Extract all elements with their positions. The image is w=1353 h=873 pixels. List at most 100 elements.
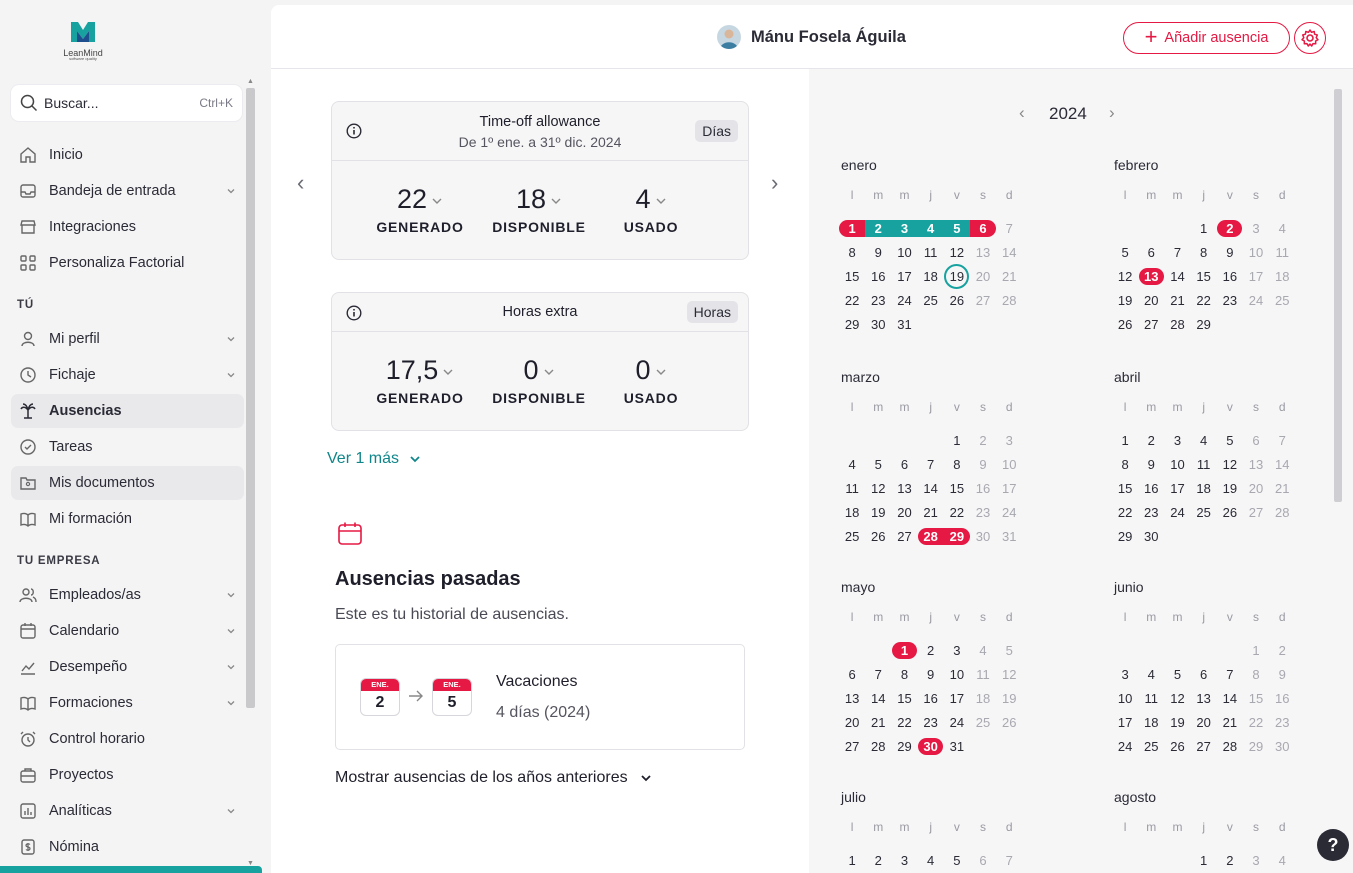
calendar-day[interactable]: 15 xyxy=(891,686,917,710)
calendar-day[interactable]: 3 xyxy=(1243,848,1269,872)
sidebar-item-fichaje[interactable]: Fichaje xyxy=(11,358,244,392)
calendar-day[interactable]: 21 xyxy=(1217,710,1243,734)
calendar-day[interactable]: 4 xyxy=(1138,662,1164,686)
stat-usado[interactable]: 4 USADO xyxy=(596,184,706,235)
calendar-day[interactable]: 2 xyxy=(1217,216,1243,240)
calendar-day[interactable]: 27 xyxy=(1138,312,1164,336)
calendar-day[interactable]: 6 xyxy=(891,452,917,476)
calendar-day[interactable]: 5 xyxy=(1112,240,1138,264)
calendar-day[interactable]: 18 xyxy=(839,500,865,524)
calendar-day[interactable]: 15 xyxy=(1243,686,1269,710)
calendar-day[interactable]: 22 xyxy=(891,710,917,734)
calendar-day[interactable]: 26 xyxy=(996,710,1022,734)
calendar-day[interactable]: 30 xyxy=(1138,524,1164,548)
calendar-scrollbar[interactable] xyxy=(1334,89,1342,502)
sidebar-item-mi-formacion[interactable]: Mi formación xyxy=(11,502,244,536)
calendar-day[interactable]: 19 xyxy=(1164,710,1190,734)
calendar-day[interactable]: 4 xyxy=(839,452,865,476)
calendar-day[interactable]: 7 xyxy=(1164,240,1190,264)
calendar-day[interactable]: 22 xyxy=(1112,500,1138,524)
calendar-day[interactable]: 12 xyxy=(944,240,970,264)
calendar-day[interactable]: 18 xyxy=(1269,264,1295,288)
carousel-prev-button[interactable]: ‹ xyxy=(297,170,304,196)
calendar-day[interactable]: 24 xyxy=(1112,734,1138,758)
calendar-day[interactable]: 6 xyxy=(970,848,996,872)
calendar-day[interactable]: 4 xyxy=(918,848,944,872)
calendar-day[interactable]: 1 xyxy=(1191,848,1217,872)
calendar-day[interactable]: 20 xyxy=(891,500,917,524)
calendar-day[interactable]: 2 xyxy=(1269,638,1295,662)
calendar-day[interactable]: 10 xyxy=(1112,686,1138,710)
calendar-day[interactable]: 17 xyxy=(1112,710,1138,734)
calendar-day[interactable]: 20 xyxy=(1243,476,1269,500)
calendar-day[interactable]: 2 xyxy=(1138,428,1164,452)
settings-button[interactable] xyxy=(1294,22,1326,54)
calendar-day[interactable]: 11 xyxy=(1138,686,1164,710)
calendar-day[interactable]: 14 xyxy=(1217,686,1243,710)
calendar-day[interactable]: 17 xyxy=(1164,476,1190,500)
calendar-day[interactable]: 30 xyxy=(970,524,996,548)
sidebar-item-inicio[interactable]: Inicio xyxy=(11,138,244,172)
carousel-next-button[interactable]: › xyxy=(771,170,778,196)
sidebar-item-tareas[interactable]: Tareas xyxy=(11,430,244,464)
calendar-day[interactable]: 26 xyxy=(865,524,891,548)
stat-generado[interactable]: 17,5 GENERADO xyxy=(365,355,475,406)
calendar-day[interactable]: 10 xyxy=(944,662,970,686)
calendar-day[interactable]: 6 xyxy=(969,216,997,240)
calendar-day[interactable]: 15 xyxy=(839,264,865,288)
calendar-day[interactable]: 13 xyxy=(891,476,917,500)
calendar-day[interactable]: 13 xyxy=(1138,264,1164,288)
calendar-day[interactable]: 8 xyxy=(1112,452,1138,476)
calendar-day[interactable]: 24 xyxy=(891,288,917,312)
calendar-day[interactable]: 10 xyxy=(996,452,1022,476)
sidebar-item-desempeno[interactable]: Desempeño xyxy=(11,650,244,684)
calendar-day[interactable]: 13 xyxy=(839,686,865,710)
calendar-day[interactable]: 13 xyxy=(1243,452,1269,476)
sidebar-item-mi-perfil[interactable]: Mi perfil xyxy=(11,322,244,356)
calendar-day[interactable]: 7 xyxy=(918,452,944,476)
calendar-day[interactable]: 31 xyxy=(944,734,970,758)
calendar-day[interactable]: 14 xyxy=(918,476,944,500)
show-previous-years-button[interactable]: Mostrar ausencias de los años anteriores xyxy=(335,769,652,787)
calendar-day[interactable]: 16 xyxy=(1217,264,1243,288)
calendar-day[interactable]: 4 xyxy=(970,638,996,662)
calendar-day[interactable]: 15 xyxy=(1112,476,1138,500)
calendar-day[interactable]: 21 xyxy=(996,264,1022,288)
calendar-day[interactable]: 10 xyxy=(1164,452,1190,476)
calendar-day[interactable]: 9 xyxy=(970,452,996,476)
calendar-day[interactable]: 17 xyxy=(1243,264,1269,288)
calendar-day[interactable]: 4 xyxy=(1269,848,1295,872)
calendar-day[interactable]: 4 xyxy=(1269,216,1295,240)
calendar-day[interactable]: 1 xyxy=(1243,638,1269,662)
calendar-day[interactable]: 23 xyxy=(865,288,891,312)
calendar-day[interactable]: 21 xyxy=(1164,288,1190,312)
sidebar-item-calendario[interactable]: Calendario xyxy=(11,614,244,648)
calendar-day[interactable]: 14 xyxy=(1164,264,1190,288)
sidebar-item-bandeja[interactable]: Bandeja de entrada xyxy=(11,174,244,208)
calendar-day[interactable]: 5 xyxy=(1164,662,1190,686)
calendar-day[interactable]: 28 xyxy=(865,734,891,758)
calendar-day[interactable]: 23 xyxy=(918,710,944,734)
calendar-day[interactable]: 24 xyxy=(1243,288,1269,312)
calendar-day[interactable]: 4 xyxy=(917,216,944,240)
calendar-day[interactable]: 22 xyxy=(839,288,865,312)
calendar-day[interactable]: 25 xyxy=(1269,288,1295,312)
calendar-day[interactable]: 12 xyxy=(1164,686,1190,710)
calendar-day[interactable]: 26 xyxy=(1217,500,1243,524)
sidebar-item-nomina[interactable]: Nómina xyxy=(11,830,244,864)
next-year-button[interactable]: › xyxy=(1109,103,1115,123)
calendar-day[interactable]: 5 xyxy=(996,638,1022,662)
calendar-day[interactable]: 1 xyxy=(1112,428,1138,452)
calendar-day[interactable]: 5 xyxy=(943,216,970,240)
calendar-day[interactable]: 3 xyxy=(1243,216,1269,240)
calendar-day[interactable]: 23 xyxy=(970,500,996,524)
user-header[interactable]: Mánu Fosela Águila xyxy=(717,25,906,49)
calendar-day[interactable]: 21 xyxy=(865,710,891,734)
calendar-day[interactable]: 12 xyxy=(1217,452,1243,476)
calendar-day[interactable]: 30 xyxy=(865,312,891,336)
calendar-day[interactable]: 16 xyxy=(865,264,891,288)
calendar-day[interactable]: 8 xyxy=(1243,662,1269,686)
calendar-day[interactable]: 23 xyxy=(1269,710,1295,734)
calendar-day[interactable]: 8 xyxy=(891,662,917,686)
calendar-day[interactable]: 27 xyxy=(1191,734,1217,758)
